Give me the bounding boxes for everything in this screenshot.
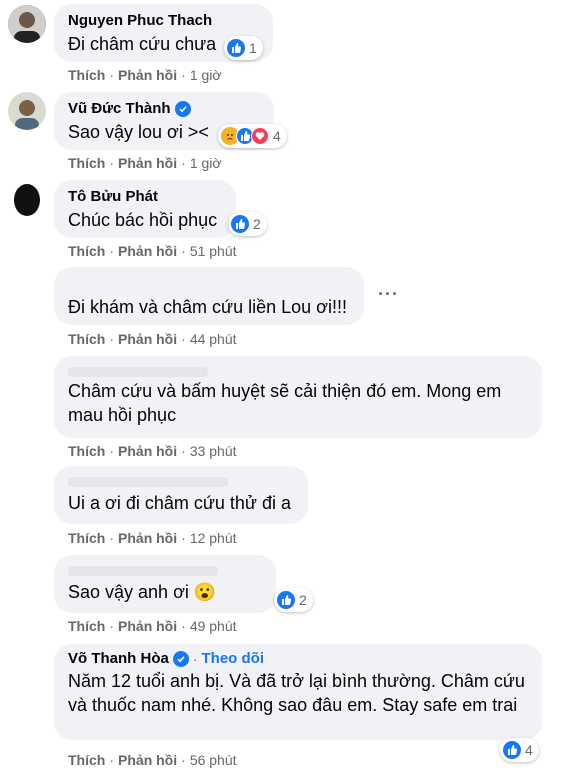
reply-button[interactable]: Phản hồi: [118, 530, 177, 546]
comment-actions: Thích · Phản hồi · 33 phút: [68, 443, 237, 459]
reply-button[interactable]: Phản hồi: [118, 443, 177, 459]
reply-button[interactable]: Phản hồi: [118, 67, 177, 83]
comment-author: Võ Thanh Hòa · Theo dõi: [68, 650, 528, 667]
verified-badge-icon: [174, 100, 191, 117]
like-reaction-icon: [503, 741, 521, 759]
comment-text: Năm 12 tuổi anh bị. Và đã trở lại bình t…: [68, 671, 525, 715]
separator: ·: [181, 331, 186, 347]
separator: ·: [181, 155, 186, 171]
reply-button[interactable]: Phản hồi: [118, 752, 177, 768]
separator: ·: [181, 243, 186, 259]
comment-time[interactable]: 44 phút: [190, 331, 237, 347]
comment-text: Ui a ơi đi châm cứu thử đi a: [68, 493, 291, 513]
comment-author[interactable]: Nguyen Phuc Thach: [68, 12, 259, 29]
comment-author: Vũ Đức Thành: [68, 100, 260, 117]
reply-button[interactable]: Phản hồi: [118, 155, 177, 171]
reply-button[interactable]: Phản hồi: [118, 243, 177, 259]
verified-badge-icon: [172, 650, 189, 667]
reaction-count: 2: [299, 592, 307, 608]
comment-author-redacted: [68, 364, 528, 377]
separator: ·: [192, 650, 198, 667]
comment-author-name[interactable]: Vũ Đức Thành: [68, 100, 171, 117]
more-options-icon[interactable]: ···: [378, 284, 399, 305]
comment-author[interactable]: Tô Bửu Phát: [68, 188, 222, 205]
like-reaction-icon: [231, 215, 249, 233]
reaction-summary[interactable]: 2: [274, 588, 313, 612]
avatar[interactable]: [8, 5, 46, 43]
reaction-summary[interactable]: 4: [218, 124, 287, 148]
comment-text: Châm cứu và bấm huyệt sẽ cải thiện đó em…: [68, 381, 502, 425]
separator: ·: [109, 155, 115, 171]
reaction-summary[interactable]: 1: [224, 36, 263, 60]
comment-bubble: Võ Thanh Hòa · Theo dõi Năm 12 tuổi anh …: [54, 644, 542, 740]
like-reaction-icon: [277, 591, 295, 609]
comment-text: Chúc bác hồi phục: [68, 210, 218, 230]
like-button[interactable]: Thích: [68, 243, 105, 259]
love-reaction-icon: [251, 127, 269, 145]
like-button[interactable]: Thích: [68, 67, 105, 83]
separator: ·: [181, 530, 186, 546]
comment-actions: Thích · Phản hồi · 44 phút: [68, 331, 237, 347]
comment-author-redacted: [68, 563, 262, 577]
separator: ·: [109, 530, 115, 546]
reaction-count: 2: [253, 216, 261, 232]
reaction-count: 4: [273, 128, 281, 144]
comment-bubble: Đi khám và châm cứu liền Lou ơi!!!: [54, 267, 364, 325]
comment-actions: Thích · Phản hồi · 1 giờ: [68, 67, 222, 83]
reply-button[interactable]: Phản hồi: [118, 331, 177, 347]
comment-bubble: Sao vậy anh ơi 😮: [54, 555, 276, 613]
comment-text: Đi khám và châm cứu liền Lou ơi!!!: [68, 297, 347, 317]
separator: ·: [109, 67, 115, 83]
comment-time[interactable]: 1 giờ: [190, 67, 222, 83]
like-button[interactable]: Thích: [68, 443, 105, 459]
separator: ·: [181, 443, 186, 459]
comment-actions: Thích · Phản hồi · 1 giờ: [68, 155, 222, 171]
reply-button[interactable]: Phản hồi: [118, 618, 177, 634]
comment-time[interactable]: 56 phút: [190, 752, 237, 768]
separator: ·: [181, 752, 186, 768]
reaction-summary[interactable]: 2: [228, 212, 267, 236]
comment-author-redacted: [68, 474, 294, 488]
comment-time[interactable]: 1 giờ: [190, 155, 222, 171]
follow-button[interactable]: Theo dõi: [202, 650, 265, 667]
avatar[interactable]: [8, 92, 46, 130]
like-button[interactable]: Thích: [68, 530, 105, 546]
separator: ·: [109, 443, 115, 459]
like-button[interactable]: Thích: [68, 331, 105, 347]
like-button[interactable]: Thích: [68, 752, 105, 768]
like-reaction-icon: [227, 39, 245, 57]
reaction-count: 1: [249, 40, 257, 56]
comment-bubble: Châm cứu và bấm huyệt sẽ cải thiện đó em…: [54, 356, 542, 438]
avatar[interactable]: [8, 180, 46, 218]
comment-time[interactable]: 33 phút: [190, 443, 237, 459]
comment-time[interactable]: 12 phút: [190, 530, 237, 546]
comment-actions: Thích · Phản hồi · 56 phút: [68, 752, 237, 768]
comment-actions: Thích · Phản hồi · 12 phút: [68, 530, 237, 546]
comment-actions: Thích · Phản hồi · 49 phút: [68, 618, 237, 634]
comment-author-name[interactable]: Võ Thanh Hòa: [68, 650, 169, 667]
like-button[interactable]: Thích: [68, 155, 105, 171]
separator: ·: [109, 243, 115, 259]
comment-time[interactable]: 51 phút: [190, 243, 237, 259]
separator: ·: [109, 331, 115, 347]
reaction-count: 4: [525, 742, 533, 758]
separator: ·: [109, 618, 115, 634]
comment-actions: Thích · Phản hồi · 51 phút: [68, 243, 237, 259]
reaction-summary[interactable]: 4: [500, 738, 539, 762]
separator: ·: [109, 752, 115, 768]
separator: ·: [181, 67, 186, 83]
comment-bubble: Tô Bửu Phát Chúc bác hồi phục: [54, 180, 236, 238]
separator: ·: [181, 618, 186, 634]
comment-bubble: Ui a ơi đi châm cứu thử đi a: [54, 466, 308, 524]
like-button[interactable]: Thích: [68, 618, 105, 634]
comment-text: Sao vậy anh ơi 😮: [68, 582, 217, 602]
comment-time[interactable]: 49 phút: [190, 618, 237, 634]
